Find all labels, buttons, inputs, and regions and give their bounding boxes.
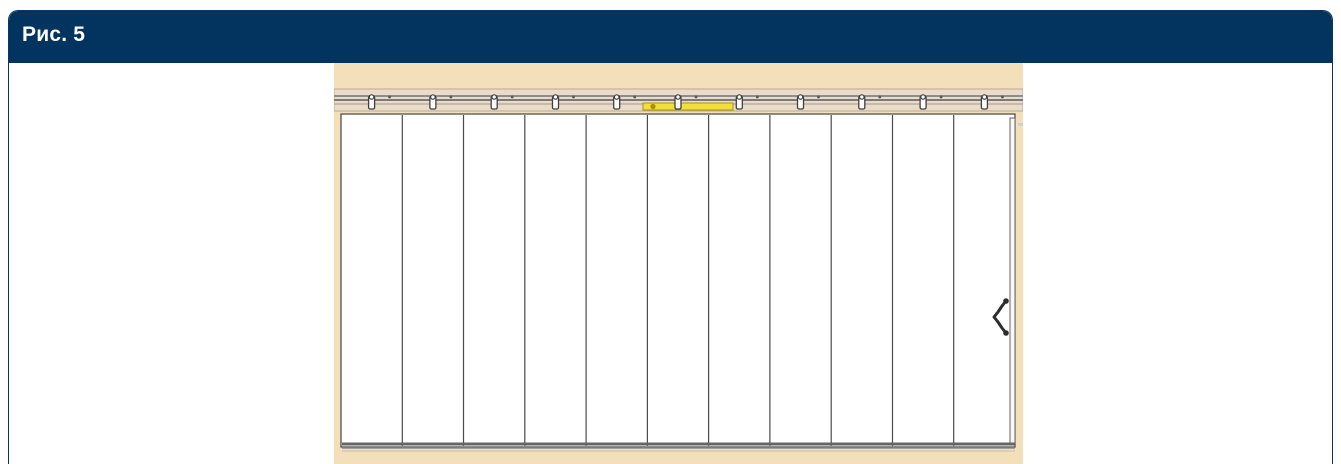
hanger-cap — [797, 94, 804, 100]
track-screw — [939, 95, 943, 99]
handle-bottom-mount — [1003, 330, 1009, 336]
hanger-cap — [675, 94, 681, 100]
hanger-cap — [859, 94, 865, 100]
hanger-cap — [368, 94, 375, 100]
right-edge-bracket — [1018, 123, 1023, 126]
hanger-cap — [430, 94, 436, 100]
right-panel-edge — [1009, 117, 1016, 444]
track-screw — [1001, 95, 1004, 99]
track-screw — [817, 95, 820, 99]
folding-door-drawing — [334, 63, 1023, 464]
figure-header: Рис. 5 — [9, 11, 1332, 63]
track-screw — [755, 95, 759, 99]
track-screw — [633, 95, 637, 99]
track-screw — [572, 95, 575, 99]
figure-title: Рис. 5 — [22, 23, 86, 46]
yellow-lock-screw — [650, 103, 656, 110]
hanger-cap — [613, 94, 620, 100]
hanger-cap — [552, 94, 559, 100]
hanger-cap — [491, 94, 497, 100]
door-panels-area — [340, 113, 1016, 448]
figure-card: Рис. 5 — [8, 10, 1333, 464]
yellow-track-lock — [642, 102, 734, 111]
hanger-cap — [920, 94, 926, 100]
track-screw — [388, 95, 391, 99]
track-screw — [878, 95, 882, 99]
hanger-cap — [981, 94, 988, 100]
hanger-cap — [736, 94, 743, 100]
handle-top-mount — [1003, 298, 1009, 304]
track-screw — [510, 95, 514, 99]
track-screw — [449, 95, 453, 99]
track-screw — [694, 95, 698, 99]
door-illustration — [334, 63, 1023, 464]
